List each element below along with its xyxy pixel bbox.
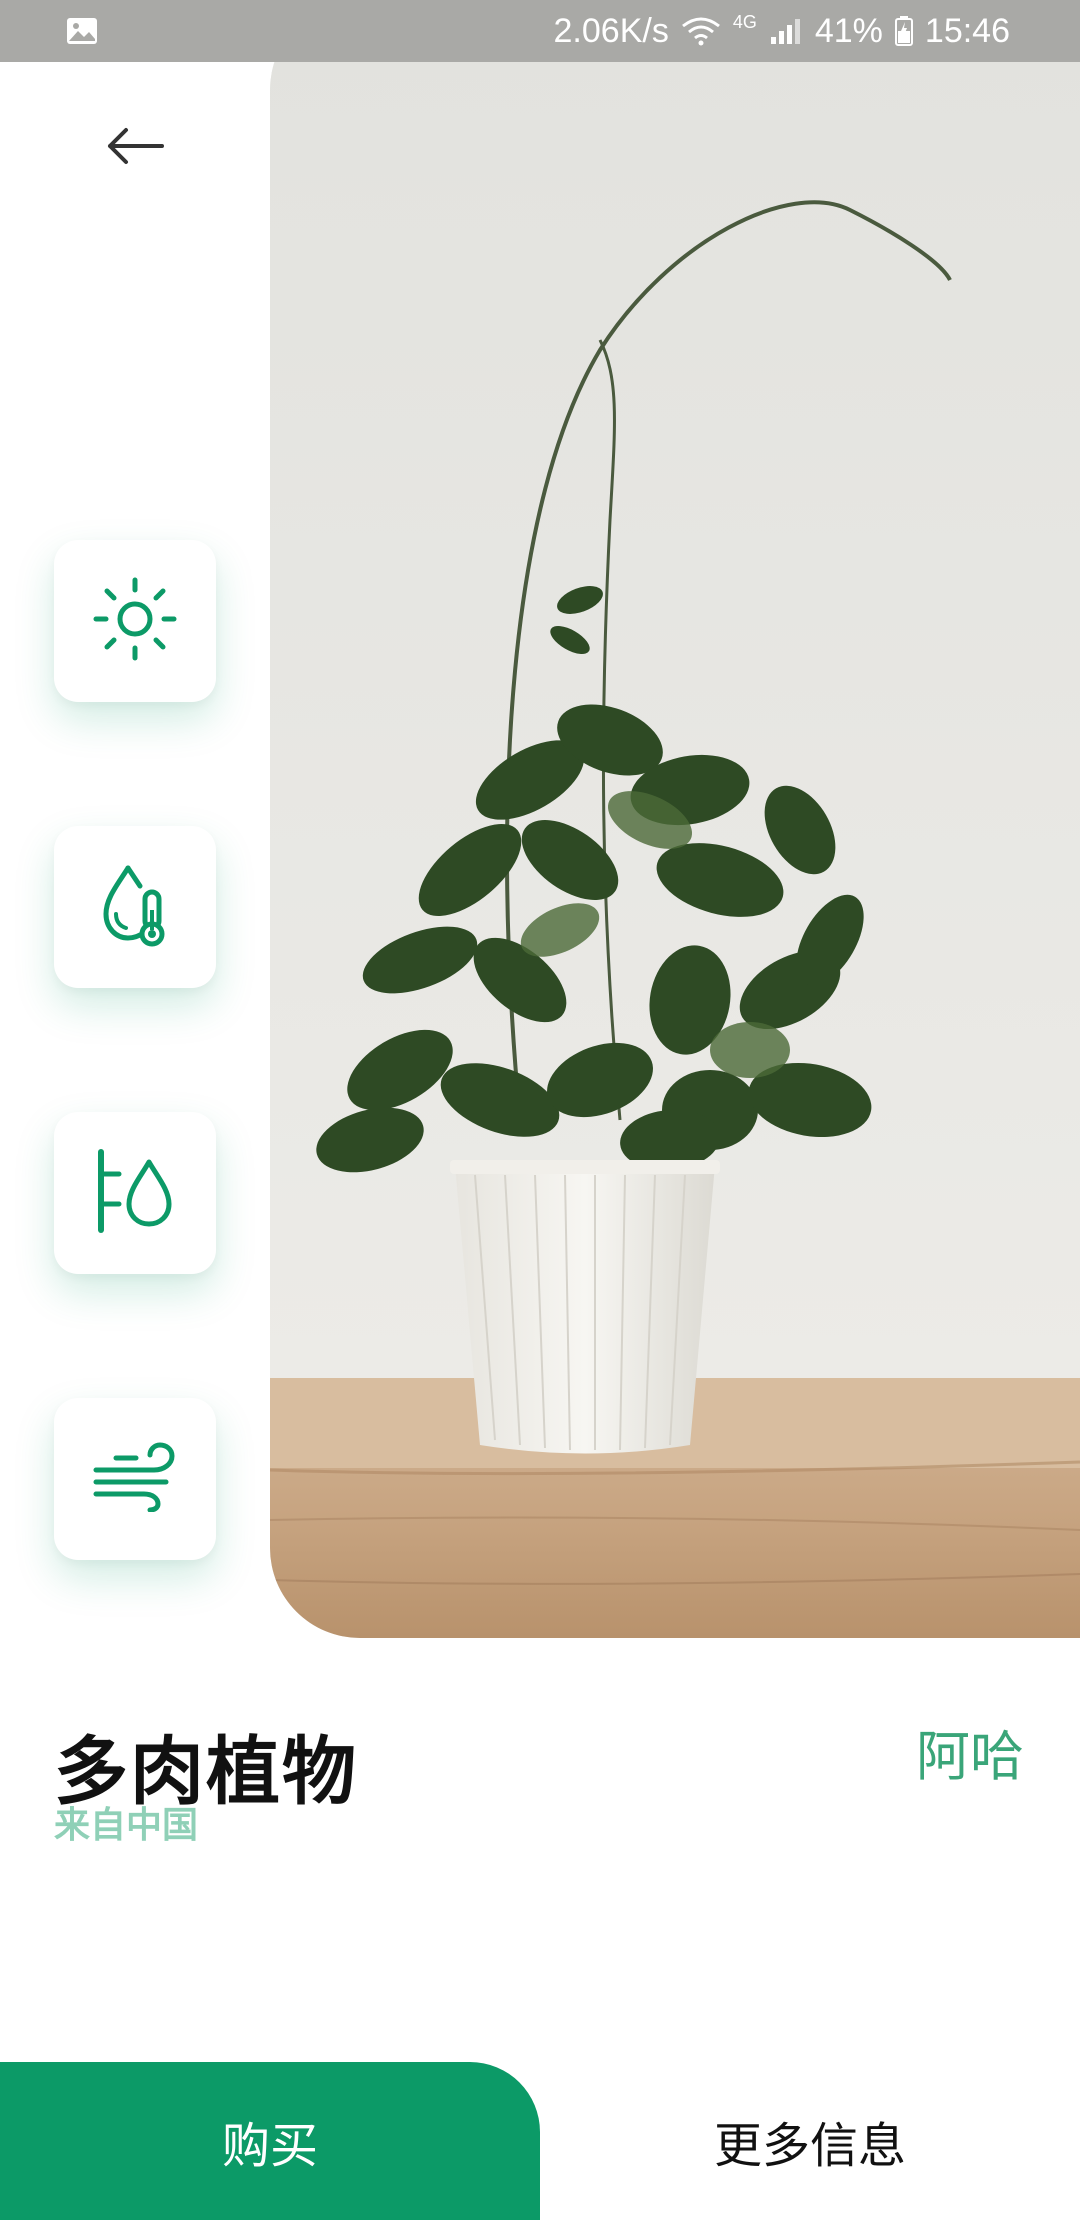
plant-origin: 来自中国 [54,1805,199,1846]
sunlight-card[interactable] [54,540,216,702]
humidity-temperature-icon [100,862,170,952]
watering-icon [93,1148,177,1238]
more-info-button[interactable]: 更多信息 [540,2062,1080,2220]
back-button[interactable] [100,118,170,178]
sun-icon [92,576,178,666]
plant-photo [270,0,1080,1638]
humidity-card[interactable] [54,826,216,988]
plant-price: 阿哈 [916,1725,1024,1788]
wifi-icon [681,16,721,46]
network-speed: 2.06K/s [553,11,669,50]
battery-icon [894,16,913,46]
arrow-left-icon [106,126,164,170]
ventilation-card[interactable] [54,1398,216,1560]
signal-icon [769,17,803,45]
watering-card[interactable] [54,1112,216,1274]
wind-icon [92,1442,178,1516]
status-bar: 2.06K/s 4G 41% 15:46 [0,0,1080,62]
gallery-notification-icon [66,17,98,45]
battery-percent: 41% [814,11,883,50]
network-type: 4G [732,12,757,32]
buy-button[interactable]: 购买 [0,2062,540,2220]
clock: 15:46 [924,11,1010,50]
